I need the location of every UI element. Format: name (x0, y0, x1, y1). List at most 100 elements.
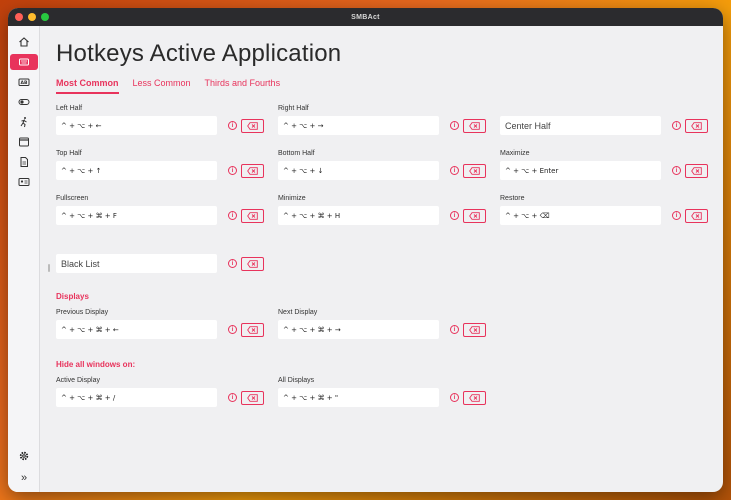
zoom-window-button[interactable] (41, 13, 49, 21)
top-half-input[interactable]: ^ + ⌥ + ↑ (56, 161, 217, 180)
app-window: SMBAct AB » Hotkeys Active Application M… (8, 8, 723, 492)
page-title: Hotkeys Active Application (56, 40, 342, 67)
clear-shortcut-button[interactable] (241, 163, 264, 178)
center-half-input[interactable]: Center Half (500, 116, 661, 135)
info-icon[interactable]: i (672, 121, 681, 130)
clear-shortcut-button[interactable] (241, 256, 264, 271)
info-icon[interactable]: i (228, 211, 237, 220)
info-icon[interactable]: i (450, 211, 459, 220)
sidebar-footer: » (8, 444, 40, 484)
maximize-field: Maximize ^ + ⌥ + Enter i (500, 150, 708, 180)
tab-bar: Most Common Less Common Thirds and Fourt… (56, 78, 280, 94)
clear-shortcut-button[interactable] (685, 208, 708, 223)
black-list-field: Black List i (56, 243, 264, 273)
delete-icon (247, 121, 258, 130)
info-icon[interactable]: i (450, 393, 459, 402)
collapse-sidebar-button[interactable]: » (8, 472, 40, 484)
info-icon[interactable]: i (228, 166, 237, 175)
field-label: Minimize (278, 195, 306, 202)
field-label: Previous Display (56, 309, 109, 316)
field-label: Right Half (278, 105, 309, 112)
restore-field: Restore ^ + ⌥ + ⌫ i (500, 195, 708, 225)
clear-shortcut-button[interactable] (685, 163, 708, 178)
sidebar-item-hotkeys[interactable] (10, 54, 38, 70)
next-display-input[interactable]: ^ + ⌥ + ⌘ + → (278, 320, 439, 339)
left-half-field: Left Half ^ + ⌥ + ← i (56, 105, 264, 135)
delete-icon (247, 325, 258, 334)
tab-less-common[interactable]: Less Common (133, 78, 191, 94)
fullscreen-field: Fullscreen ^ + ⌥ + ⌘ + F i (56, 195, 264, 225)
maximize-input[interactable]: ^ + ⌥ + Enter (500, 161, 661, 180)
settings-button[interactable] (10, 448, 38, 464)
main-content: Hotkeys Active Application Most Common L… (40, 26, 723, 492)
fullscreen-input[interactable]: ^ + ⌥ + ⌘ + F (56, 206, 217, 225)
previous-display-field: Previous Display ^ + ⌥ + ⌘ + ← i (56, 309, 264, 339)
svg-text:AB: AB (21, 80, 28, 86)
restore-input[interactable]: ^ + ⌥ + ⌫ (500, 206, 661, 225)
sidebar-item-home[interactable] (10, 34, 38, 50)
clear-shortcut-button[interactable] (685, 118, 708, 133)
info-icon[interactable]: i (228, 121, 237, 130)
clear-shortcut-button[interactable] (463, 208, 486, 223)
field-label: Next Display (278, 309, 318, 316)
minimize-field: Minimize ^ + ⌥ + ⌘ + H i (278, 195, 486, 225)
gear-icon (19, 451, 29, 461)
field-label: Top Half (56, 150, 82, 157)
info-icon[interactable]: i (672, 211, 681, 220)
clear-shortcut-button[interactable] (463, 118, 486, 133)
clear-shortcut-button[interactable] (241, 208, 264, 223)
black-list-input[interactable]: Black List (56, 254, 217, 273)
info-icon[interactable]: i (450, 325, 459, 334)
active-display-input[interactable]: ^ + ⌥ + ⌘ + / (56, 388, 217, 407)
info-icon[interactable]: i (228, 393, 237, 402)
sidebar-item-document[interactable] (10, 154, 38, 170)
toggle-icon (18, 99, 30, 105)
minimize-window-button[interactable] (28, 13, 36, 21)
right-half-field: Right Half ^ + ⌥ + → i (278, 105, 486, 135)
field-label: Restore (500, 195, 525, 202)
field-label (56, 243, 264, 254)
field-label: Fullscreen (56, 195, 89, 202)
field-label: Left Half (56, 105, 83, 112)
delete-icon (247, 166, 258, 175)
id-card-icon (18, 178, 30, 186)
info-icon[interactable]: i (672, 166, 681, 175)
info-icon[interactable]: i (228, 325, 237, 334)
clear-shortcut-button[interactable] (463, 163, 486, 178)
window-controls (15, 13, 49, 21)
tab-thirds-and-fourths[interactable]: Thirds and Fourths (205, 78, 281, 94)
window-icon (19, 137, 29, 147)
delete-icon (691, 166, 702, 175)
info-icon[interactable]: i (228, 259, 237, 268)
close-window-button[interactable] (15, 13, 23, 21)
sidebar-item-ab[interactable]: AB (10, 74, 38, 90)
right-half-input[interactable]: ^ + ⌥ + → (278, 116, 439, 135)
home-icon (19, 37, 29, 47)
clear-shortcut-button[interactable] (463, 390, 486, 405)
delete-icon (469, 121, 480, 130)
info-icon[interactable]: i (450, 166, 459, 175)
sidebar-item-toggle[interactable] (10, 94, 38, 110)
minimize-input[interactable]: ^ + ⌥ + ⌘ + H (278, 206, 439, 225)
info-icon[interactable]: i (450, 121, 459, 130)
running-icon (20, 117, 27, 128)
tab-most-common[interactable]: Most Common (56, 78, 119, 94)
sidebar-item-running[interactable] (10, 114, 38, 130)
all-displays-field: All Displays ^ + ⌥ + ⌘ + " i (278, 377, 486, 407)
all-displays-input[interactable]: ^ + ⌥ + ⌘ + " (278, 388, 439, 407)
delete-icon (469, 393, 480, 402)
clear-shortcut-button[interactable] (241, 118, 264, 133)
section-title-displays: Displays (56, 292, 89, 301)
previous-display-input[interactable]: ^ + ⌥ + ⌘ + ← (56, 320, 217, 339)
sidebar-item-id-card[interactable] (10, 174, 38, 190)
delete-icon (691, 121, 702, 130)
clear-shortcut-button[interactable] (241, 322, 264, 337)
field-label: All Displays (278, 377, 315, 384)
bottom-half-input[interactable]: ^ + ⌥ + ↓ (278, 161, 439, 180)
clear-shortcut-button[interactable] (241, 390, 264, 405)
sidebar-item-window[interactable] (10, 134, 38, 150)
delete-icon (469, 325, 480, 334)
left-half-input[interactable]: ^ + ⌥ + ← (56, 116, 217, 135)
clear-shortcut-button[interactable] (463, 322, 486, 337)
delete-icon (691, 211, 702, 220)
